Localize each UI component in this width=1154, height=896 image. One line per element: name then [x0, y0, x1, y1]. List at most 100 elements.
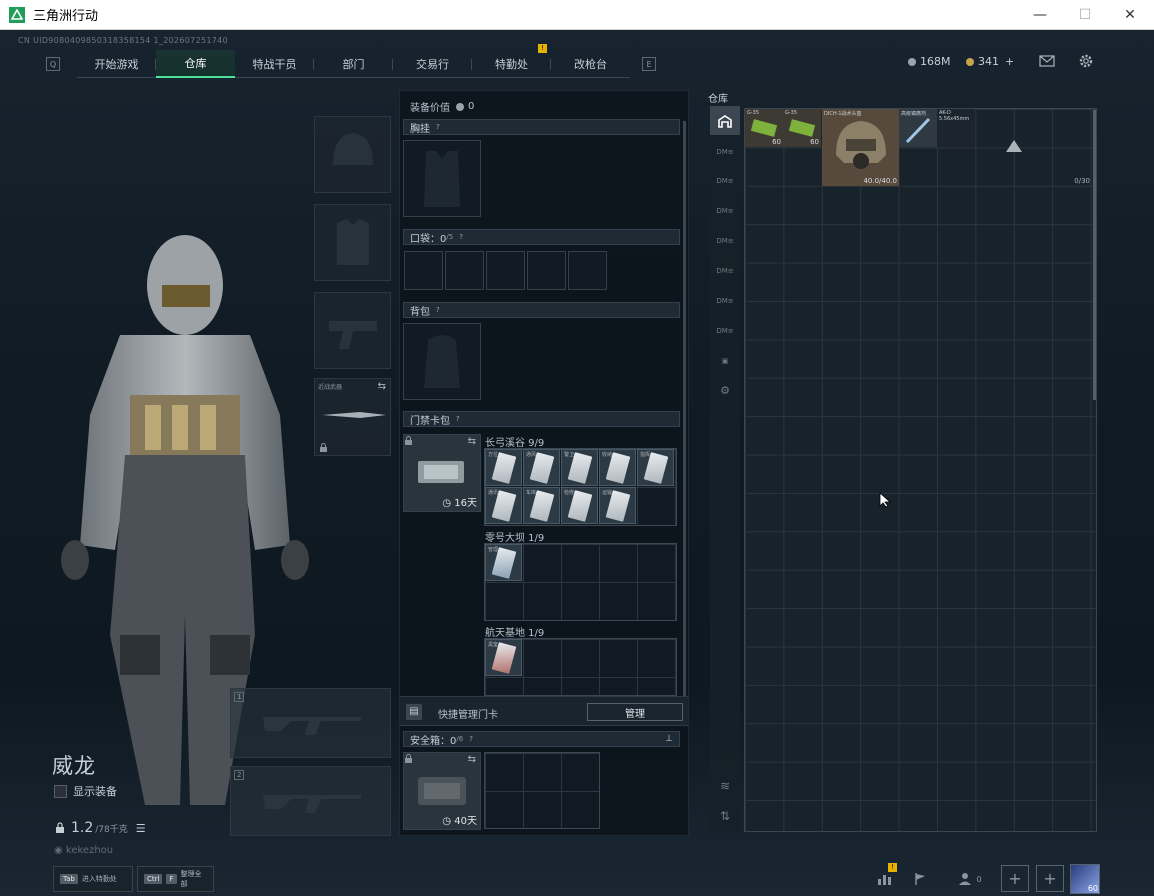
tactical-helmet-icon	[836, 121, 886, 169]
tab-department[interactable]: 部门	[314, 50, 393, 78]
warehouse-settings-icon[interactable]: ⚙	[710, 376, 740, 405]
nav-next-key[interactable]: E	[642, 57, 656, 71]
sub-warehouse-tab[interactable]: ▣	[710, 346, 740, 375]
lock-icon	[405, 436, 412, 445]
operator-name: 威龙	[52, 754, 96, 778]
help-icon[interactable]: ?	[436, 123, 444, 131]
keycard-item[interactable]: 通风	[523, 449, 560, 486]
pocket-slot[interactable]	[568, 251, 607, 290]
storage-item-ammo[interactable]: G-35 60	[745, 109, 783, 147]
melee-slot[interactable]: 近战武器 ⇆	[314, 378, 391, 456]
tab-start-game[interactable]: 开始游戏	[77, 50, 156, 78]
keycard-manage-icon: ▤	[406, 704, 422, 720]
keycard-item[interactable]: 指挥	[637, 449, 674, 486]
backpack-slot[interactable]	[403, 323, 481, 400]
pocket-slot[interactable]	[445, 251, 484, 290]
help-icon[interactable]: ?	[456, 415, 464, 423]
manage-button[interactable]: 管理	[587, 703, 683, 721]
warehouse-title: 仓库	[708, 94, 728, 105]
sort-all-hint[interactable]: Ctrl F 整理全部	[137, 866, 214, 892]
chest-rig-header: 胸挂?	[403, 119, 680, 135]
tab-gunsmith[interactable]: 改枪台	[551, 50, 630, 78]
pocket-slot[interactable]	[486, 251, 525, 290]
settings-gear-icon[interactable]	[1077, 53, 1095, 69]
close-button[interactable]: ✕	[1107, 0, 1153, 30]
add-teammate-button[interactable]: +	[1001, 865, 1029, 892]
pistol-slot[interactable]	[314, 292, 391, 369]
pin-icon[interactable]: ⊥	[665, 734, 673, 744]
main-nav: Q 开始游戏 仓库 特战干员 部门 交易行 特勤处! 改枪台 E	[46, 44, 656, 78]
add-currency-button[interactable]: +	[1005, 55, 1014, 68]
sub-warehouse-tab[interactable]: DM≡	[710, 286, 740, 315]
primary-weapon-slot-2[interactable]: 2	[230, 766, 391, 836]
tab-trading[interactable]: 交易行	[393, 50, 472, 78]
app-logo-icon	[9, 6, 25, 23]
add-teammate-button[interactable]: +	[1036, 865, 1064, 892]
keycard-item[interactable]: 通讯	[485, 487, 522, 524]
sort-triangle-icon[interactable]	[1005, 139, 1023, 153]
keycard-item[interactable]: 黑室	[485, 639, 522, 676]
sub-warehouse-tab[interactable]: DM≡	[710, 196, 740, 225]
warehouse-all-icon[interactable]	[710, 106, 740, 135]
storage-item-medical[interactable]: 高级镇痛剂	[899, 109, 937, 147]
show-equipment-checkbox[interactable]	[54, 784, 67, 798]
helmet-slot[interactable]	[314, 116, 391, 193]
warehouse-scrollbar[interactable]	[1093, 110, 1096, 400]
help-icon[interactable]: ?	[436, 306, 444, 314]
keycard-item[interactable]: 管理	[485, 544, 522, 581]
sub-warehouse-tab[interactable]: DM≡	[710, 226, 740, 255]
pocket-slot[interactable]	[404, 251, 443, 290]
keycard-item[interactable]: 车库	[523, 487, 560, 524]
ammo-box-icon	[789, 119, 815, 137]
safebox-grid[interactable]	[484, 752, 600, 829]
maximize-button[interactable]: ☐	[1062, 0, 1108, 30]
storage-item-attachment[interactable]: AK-D 5.56x45mm	[937, 109, 975, 147]
stats-chart-icon[interactable]: !	[871, 863, 897, 891]
chest-rig-slot[interactable]	[403, 140, 481, 217]
tab-operators[interactable]: 特战干员	[235, 50, 314, 78]
layers-icon[interactable]: ≋	[710, 771, 740, 800]
sub-warehouse-tab[interactable]: DM≡	[710, 137, 740, 166]
sub-warehouse-tab[interactable]: DM≡	[710, 166, 740, 195]
avatar[interactable]: 60	[1070, 864, 1100, 894]
safebox-header: 安全箱：0/6? ⊥	[403, 731, 680, 747]
warehouse-grid[interactable]: G-35 60 G-35 60 DICH-1战术头盔 40.0/40.0 高级镇…	[744, 108, 1097, 832]
pocket-slot[interactable]	[527, 251, 566, 290]
armor-placeholder-icon	[337, 219, 369, 265]
map-label-zero-dam: 零号大坝 1/9	[485, 533, 545, 544]
sub-warehouse-tab[interactable]: DM≡	[710, 256, 740, 285]
keycard-item[interactable]: 检修	[561, 487, 598, 524]
keycard-item[interactable]: 方位	[485, 449, 522, 486]
safebox-slot[interactable]: ⇆ ◷ 40天	[403, 752, 481, 830]
swap-icon[interactable]: ⇆	[378, 381, 386, 392]
equipment-panel: 装备价值 0 胸挂? 口袋：0/5? 背包? 门禁卡包? ⇆ ◷ 16天 长弓溪…	[399, 90, 689, 836]
coupon-balance[interactable]: 341 +	[966, 55, 1014, 68]
minimize-button[interactable]: —	[1017, 0, 1063, 30]
help-icon[interactable]: ?	[459, 233, 467, 241]
mail-icon[interactable]	[1038, 53, 1056, 69]
keycard-wallet-slot[interactable]: ⇆ ◷ 16天	[403, 434, 481, 512]
backpack-placeholder-icon	[424, 335, 460, 388]
enter-special-ops-hint[interactable]: Tab 进入特勤处	[53, 866, 133, 892]
nav-prev-key[interactable]: Q	[46, 57, 60, 71]
storage-item-helmet[interactable]: DICH-1战术头盔 40.0/40.0	[822, 109, 899, 186]
storage-item-ammo[interactable]: G-35 60	[783, 109, 821, 147]
equipment-scrollbar[interactable]	[683, 121, 686, 701]
tab-special-ops[interactable]: 特勤处!	[472, 44, 551, 78]
map-label-space-base: 航天基地 1/9	[485, 628, 545, 639]
keycard-item[interactable]: 运输	[599, 487, 636, 524]
hafcoin-balance: 168M	[908, 55, 951, 68]
swap-icon[interactable]: ⇆	[468, 436, 476, 447]
friends-icon[interactable]: 0	[953, 867, 987, 891]
flag-icon[interactable]	[907, 867, 933, 891]
help-icon[interactable]: ?	[469, 735, 477, 743]
keycard-item[interactable]: 警卫	[561, 449, 598, 486]
body-armor-slot[interactable]	[314, 204, 391, 281]
sort-icon[interactable]: ⇅	[710, 801, 740, 830]
swap-icon[interactable]: ⇆	[468, 754, 476, 765]
tab-warehouse[interactable]: 仓库	[156, 50, 235, 78]
primary-weapon-slot-1[interactable]: 1	[230, 688, 391, 758]
keycard-item[interactable]: 收纳	[599, 449, 636, 486]
sub-warehouse-tab[interactable]: DM≡	[710, 316, 740, 345]
show-equipment-toggle[interactable]: 显示装备	[54, 783, 117, 799]
